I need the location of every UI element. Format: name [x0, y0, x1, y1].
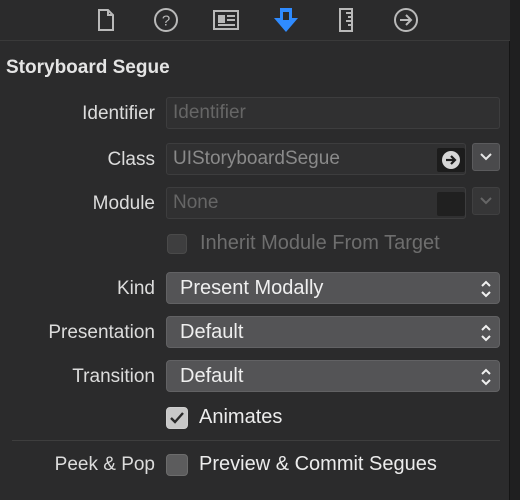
section-title: Storyboard Segue: [6, 57, 170, 78]
class-navigate-button[interactable]: [437, 148, 465, 172]
identifier-placeholder: Identifier: [173, 102, 246, 123]
animates-label: Animates: [199, 406, 283, 428]
connections-inspector-icon[interactable]: [392, 6, 420, 34]
identifier-field[interactable]: Identifier: [166, 97, 500, 129]
class-field[interactable]: UIStoryboardSegue: [166, 143, 466, 175]
presentation-label: Presentation: [48, 322, 155, 343]
peek-pop-checkbox-label: Preview & Commit Segues: [199, 453, 437, 475]
kind-value: Present Modally: [180, 277, 324, 299]
class-label: Class: [107, 149, 155, 170]
chevron-down-icon: [480, 197, 492, 205]
inherit-module-checkbox: [167, 234, 187, 254]
size-inspector-icon[interactable]: [332, 6, 360, 34]
chevron-down-icon: [480, 153, 492, 161]
transition-value: Default: [180, 365, 244, 387]
divider: [12, 440, 500, 441]
class-dropdown-button[interactable]: [472, 143, 500, 171]
presentation-popup[interactable]: Default: [166, 316, 500, 348]
class-value: UIStoryboardSegue: [173, 148, 340, 169]
presentation-value: Default: [180, 321, 244, 343]
module-field[interactable]: None: [166, 187, 466, 219]
inherit-module-label: Inherit Module From Target: [200, 232, 440, 254]
inspector-toolbar: ?: [0, 0, 510, 41]
updown-chevron-icon: [481, 368, 491, 386]
peek-pop-checkbox[interactable]: [166, 454, 188, 476]
module-dropdown-button: [472, 187, 500, 215]
peek-pop-label: Peek & Pop: [54, 454, 155, 475]
arrow-circle-icon: [442, 151, 460, 169]
kind-label: Kind: [116, 278, 155, 299]
kind-popup[interactable]: Present Modally: [166, 272, 500, 304]
panel-edge: [510, 0, 520, 500]
module-value: None: [173, 192, 219, 213]
file-inspector-icon[interactable]: [92, 6, 120, 34]
transition-label: Transition: [72, 366, 155, 387]
animates-checkbox[interactable]: [166, 407, 188, 429]
transition-popup[interactable]: Default: [166, 360, 500, 392]
identity-inspector-icon[interactable]: [212, 6, 240, 34]
module-navigate-button: [437, 192, 465, 216]
module-label: Module: [92, 193, 155, 214]
checkmark-icon: [170, 412, 184, 424]
updown-chevron-icon: [481, 280, 491, 298]
svg-text:?: ?: [162, 13, 170, 30]
attributes-inspector-icon[interactable]: [272, 6, 300, 34]
updown-chevron-icon: [481, 324, 491, 342]
identifier-label: Identifier: [82, 103, 155, 124]
quick-help-icon[interactable]: ?: [152, 6, 180, 34]
